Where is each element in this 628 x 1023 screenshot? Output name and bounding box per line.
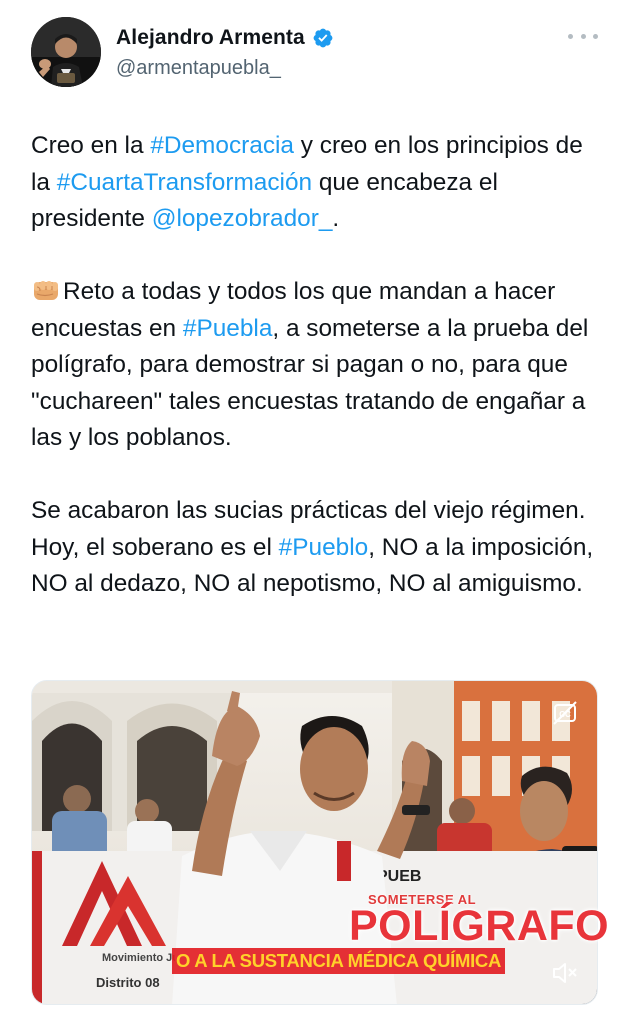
dot-icon — [568, 33, 573, 39]
avatar-image — [31, 17, 101, 87]
banner-text-distrito: Distrito 08 — [96, 975, 160, 990]
tweet-paragraph-1: Creo en la #Democracia y creo en los pri… — [31, 128, 606, 238]
text-segment: . — [332, 205, 340, 232]
author-name[interactable]: Alejandro Armenta — [116, 26, 305, 50]
text-segment: Creo en la — [31, 132, 151, 159]
hashtag-democracia[interactable]: #Democracia — [150, 132, 294, 159]
author-handle[interactable]: @armentapuebla_ — [116, 57, 281, 80]
mention-lopezobrador[interactable]: @lopezobrador_ — [152, 205, 333, 232]
verified-badge-icon — [313, 28, 333, 48]
hashtag-puebla[interactable]: #Puebla — [183, 315, 273, 342]
mute-icon[interactable] — [550, 960, 578, 986]
video-caption: O A LA SUSTANCIA MÉDICA QUÍMICA — [172, 948, 506, 974]
avatar[interactable] — [31, 17, 101, 87]
captions-icon[interactable]: CC — [552, 700, 578, 726]
fist-emoji-icon — [34, 281, 58, 300]
dot-icon — [580, 33, 586, 39]
dot-icon — [593, 33, 598, 39]
tweet-header: Alejandro Armenta @armentapuebla_ — [0, 0, 628, 110]
hashtag-cuartatransformacion[interactable]: #CuartaTransformación — [57, 169, 312, 196]
overlay-big-text: POLÍGRAFO — [349, 902, 610, 950]
author-name-row[interactable]: Alejandro Armenta — [116, 26, 334, 50]
tweet-text: Creo en la #Democracia y creo en los pri… — [31, 128, 606, 603]
hashtag-pueblo[interactable]: #Pueblo — [279, 534, 369, 561]
tweet-paragraph-3: Se acabaron las sucias prácticas del vie… — [31, 493, 606, 603]
tweet-paragraph-2: Reto a todas y todos los que mandan a ha… — [31, 274, 606, 457]
more-options-button[interactable] — [568, 24, 598, 48]
